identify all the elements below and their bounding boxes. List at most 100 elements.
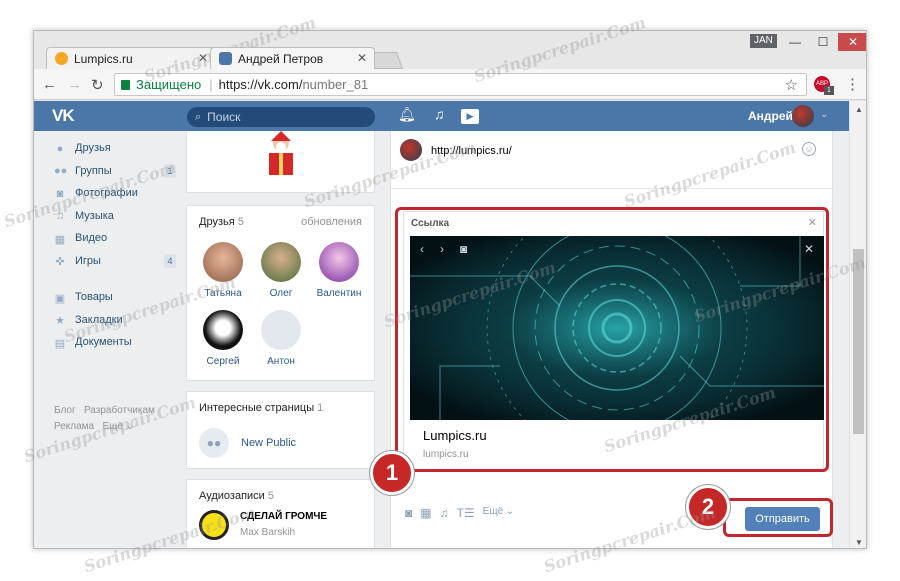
profile-badge[interactable]: JAN (750, 34, 777, 48)
gift-santa-icon[interactable] (261, 131, 301, 179)
text-icon[interactable]: T☰ (457, 506, 475, 520)
sidebar-item-label: Видео (75, 232, 108, 245)
audio-title[interactable]: Аудиозаписи 5 (199, 490, 274, 502)
footer-links: Блог Разработчикам Реклама Ещё ⌄ (54, 403, 179, 435)
avatar (203, 310, 243, 350)
camera-icon: ◙ (56, 187, 64, 200)
friend-name: Антон (267, 356, 295, 367)
smile-icon[interactable]: ☺ (802, 142, 816, 156)
divider (391, 188, 834, 189)
updates-link[interactable]: обновления (301, 216, 362, 228)
footer-link-blog[interactable]: Блог (54, 405, 76, 416)
minimize-button[interactable]: — (782, 33, 808, 51)
browser-menu-icon[interactable]: ⋮ (845, 75, 860, 93)
vk-logo-icon[interactable]: VK (52, 106, 75, 126)
chevron-down-icon[interactable]: ⌄ (820, 109, 828, 120)
friend-item[interactable]: Валентин (311, 242, 367, 299)
user-icon: ● (56, 142, 64, 155)
adblock-count-badge: 1 (824, 86, 834, 95)
footer-link-developers[interactable]: Разработчикам (84, 405, 155, 416)
sidebar-item-label: Товары (75, 291, 113, 304)
page-item[interactable]: ●● New Public (199, 428, 296, 458)
avatar (400, 139, 422, 161)
address-bar[interactable]: Защищено | https://vk.com/ number_81 ☆ (114, 73, 807, 96)
sidebar-item-label: Группы (75, 164, 112, 177)
more-menu[interactable]: Ещё ⌄ (483, 506, 515, 520)
scroll-up-icon[interactable]: ▲ (855, 105, 863, 114)
play-icon[interactable]: ▶ (461, 109, 479, 124)
bookmark-star-icon[interactable]: ☆ (785, 76, 798, 94)
url-path: number_81 (302, 77, 369, 92)
audio-card: Аудиозаписи 5 СДЕЛАЙ ГРОМЧЕ Max Barskih (186, 479, 375, 548)
page-viewport: VK ⌕ Поиск 🔔︎ ♫ ▶ Андрей ⌄ ● Друзья ●● Г… (34, 101, 866, 548)
video-icon: ▦ (54, 233, 66, 246)
avatar (261, 242, 301, 282)
music-icon[interactable]: ♫ (440, 506, 449, 520)
footer-link-ads[interactable]: Реклама (54, 421, 94, 432)
friend-item[interactable]: Сергей (195, 310, 251, 367)
friend-item[interactable]: Олег (253, 242, 309, 299)
scroll-thumb[interactable] (853, 249, 864, 434)
left-sidebar: ● Друзья ●● Группы 1 ◙ Фотографии ♫ Музы… (54, 137, 176, 354)
friend-name: Татьяна (204, 288, 242, 299)
music-icon[interactable]: ♫ (434, 106, 445, 122)
sidebar-item-games[interactable]: ✜ Игры 4 (54, 250, 176, 273)
friends-title[interactable]: Друзья 5 (199, 216, 244, 228)
speaker-icon[interactable] (199, 510, 229, 540)
title-bar: Lumpics.ru ✕ Андрей Петров ✕ JAN — ☐ ✕ (34, 31, 866, 69)
sidebar-item-bookmarks[interactable]: ★ Закладки (54, 309, 176, 332)
page-name: New Public (241, 437, 297, 449)
sidebar-item-photos[interactable]: ◙ Фотографии (54, 182, 176, 205)
sidebar-item-market[interactable]: ▣ Товары (54, 286, 176, 309)
friend-name: Олег (269, 288, 293, 299)
sidebar-item-music[interactable]: ♫ Музыка (54, 205, 176, 228)
sidebar-item-documents[interactable]: ▤ Документы (54, 331, 176, 354)
gift-card (186, 131, 375, 193)
tab-lumpics[interactable]: Lumpics.ru ✕ (46, 47, 216, 69)
search-input[interactable]: ⌕ Поиск (187, 107, 375, 127)
camera-icon[interactable]: ◙ (405, 506, 412, 520)
group-icon: ●● (54, 165, 68, 178)
gamepad-icon: ✜ (55, 256, 65, 269)
audio-title-text: Аудиозаписи (199, 490, 265, 502)
step-badge-2: 2 (686, 485, 730, 529)
friend-item[interactable]: Антон (253, 310, 309, 367)
sidebar-item-video[interactable]: ▦ Видео (54, 227, 176, 250)
maximize-button[interactable]: ☐ (810, 33, 836, 51)
attachment-toolbar: ◙ ▦ ♫ T☰ Ещё ⌄ (405, 506, 514, 520)
sidebar-item-label: Музыка (75, 209, 114, 222)
sidebar-item-label: Друзья (75, 142, 111, 155)
friends-card: Друзья 5 обновления Татьяна Олег Валентин… (186, 205, 375, 381)
pages-title[interactable]: Интересные страницы 1 (199, 402, 323, 414)
count-badge: 1 (164, 163, 176, 178)
user-name[interactable]: Андрей (748, 109, 793, 123)
audio-count: 5 (267, 490, 274, 502)
friend-item[interactable]: Татьяна (195, 242, 251, 299)
close-window-button[interactable]: ✕ (838, 33, 866, 51)
video-icon[interactable]: ▦ (420, 506, 431, 520)
scroll-down-icon[interactable]: ▼ (855, 538, 863, 547)
scrollbar[interactable]: ▲ ▼ (849, 101, 866, 548)
forward-arrow-icon[interactable]: → (67, 76, 82, 93)
track-title[interactable]: СДЕЛАЙ ГРОМЧЕ (240, 511, 327, 522)
tab-vk-profile[interactable]: Андрей Петров ✕ (210, 47, 375, 69)
notifications-bell-icon[interactable]: 🔔︎ (398, 106, 416, 123)
close-tab-icon[interactable]: ✕ (357, 51, 367, 65)
track-artist[interactable]: Max Barskih (240, 527, 295, 538)
sidebar-item-friends[interactable]: ● Друзья (54, 137, 176, 160)
friend-name: Валентин (316, 288, 362, 299)
divider: | (209, 77, 213, 92)
sidebar-item-label: Игры (75, 254, 101, 267)
sidebar-item-groups[interactable]: ●● Группы 1 (54, 160, 176, 183)
url-domain: https://vk.com/ (218, 77, 303, 92)
avatar[interactable] (792, 105, 814, 127)
search-icon: ⌕ (195, 110, 202, 123)
close-tab-icon[interactable]: ✕ (198, 51, 208, 65)
footer-link-more[interactable]: Ещё ⌄ (102, 421, 134, 432)
count-badge: 4 (164, 253, 176, 268)
post-text-input[interactable]: http://lumpics.ru/ (431, 145, 512, 157)
reload-icon[interactable]: ↻ (91, 76, 104, 94)
sidebar-item-label: Фотографии (75, 187, 138, 200)
tab-title: Lumpics.ru (74, 51, 133, 66)
back-arrow-icon[interactable]: ← (42, 76, 57, 93)
